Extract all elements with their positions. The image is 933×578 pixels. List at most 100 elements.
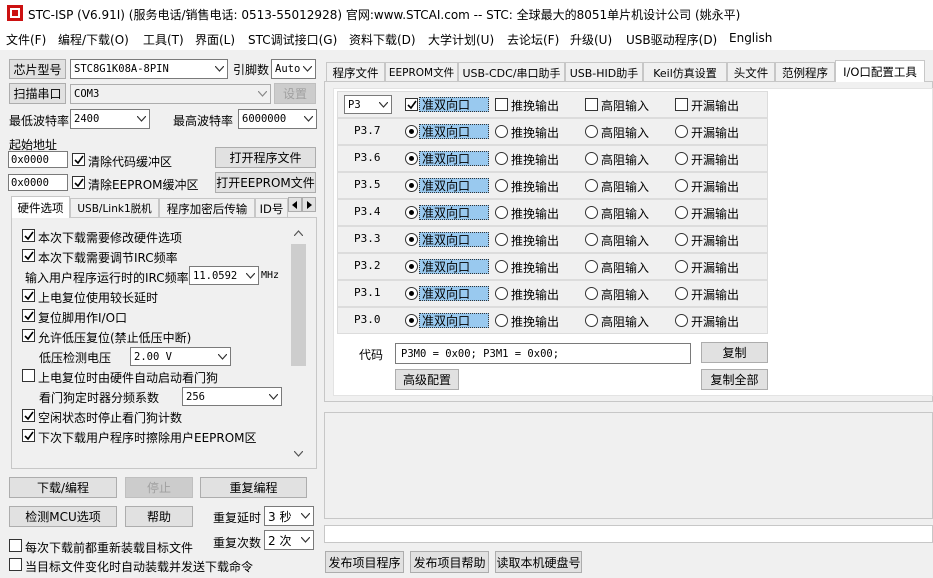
tab-usb-hid[interactable]: USB-HID助手: [565, 62, 643, 82]
pin-high-impedance-radio[interactable]: [585, 152, 598, 165]
pin-open-drain-radio[interactable]: [675, 260, 688, 273]
menu-english[interactable]: English: [729, 31, 772, 45]
pin-quasi-bidirectional-radio[interactable]: [405, 206, 418, 219]
stop-button[interactable]: 停止: [125, 477, 193, 498]
tab-example-programs[interactable]: 范例程序: [775, 62, 835, 82]
option-idle-stop-watchdog-checkbox[interactable]: [22, 409, 35, 422]
pin-push-pull-radio[interactable]: [495, 233, 508, 246]
pin-quasi-bidirectional-radio[interactable]: [405, 260, 418, 273]
publish-project-button[interactable]: 发布项目程序: [325, 551, 404, 573]
port-settings-button[interactable]: 设置: [274, 83, 316, 104]
pin-quasi-bidirectional-radio[interactable]: [405, 314, 418, 327]
tab-id-number[interactable]: ID号: [255, 198, 288, 218]
pin-push-pull-radio[interactable]: [495, 314, 508, 327]
pin-open-drain-radio[interactable]: [675, 233, 688, 246]
menu-interface[interactable]: 界面(L): [195, 31, 235, 48]
pin-push-pull-radio[interactable]: [495, 260, 508, 273]
tab-keil-simulation[interactable]: Keil仿真设置: [643, 62, 727, 82]
pin-open-drain-radio[interactable]: [675, 125, 688, 138]
menu-tools[interactable]: 工具(T): [143, 31, 184, 48]
pin-high-impedance-radio[interactable]: [585, 260, 598, 273]
pin-quasi-bidirectional-radio[interactable]: [405, 179, 418, 192]
copy-button[interactable]: 复制: [701, 342, 768, 363]
tab-usb-cdc-serial[interactable]: USB-CDC/串口助手: [458, 62, 565, 82]
clear-code-buffer-checkbox[interactable]: [72, 153, 85, 166]
menu-program-download[interactable]: 编程/下载(O): [58, 31, 129, 48]
code-start-address-input[interactable]: 0x0000: [8, 151, 68, 168]
pin-quasi-bidirectional-radio[interactable]: [405, 287, 418, 300]
tab-header-file[interactable]: 头文件: [727, 62, 775, 82]
serial-port-select[interactable]: COM3: [70, 84, 271, 104]
pin-open-drain-radio[interactable]: [675, 152, 688, 165]
lvd-voltage-select[interactable]: 2.00 V: [130, 347, 231, 366]
reload-each-download-checkbox[interactable]: [9, 539, 22, 552]
menu-usb-driver[interactable]: USB驱动程序(D): [626, 31, 717, 48]
options-scrollbar[interactable]: [290, 226, 307, 462]
menu-datasheets[interactable]: 资料下载(D): [349, 31, 416, 48]
option-adjust-irc-checkbox[interactable]: [22, 249, 35, 262]
menu-debug-interface[interactable]: STC调试接口(G): [248, 31, 337, 48]
copy-all-button[interactable]: 复制全部: [701, 369, 768, 390]
min-baud-select[interactable]: 2400: [70, 109, 150, 129]
chip-model-select[interactable]: STC8G1K08A-8PIN: [70, 59, 228, 79]
tab-scroll-left-button[interactable]: [288, 197, 302, 212]
scan-port-button[interactable]: 扫描串口: [9, 83, 66, 104]
advanced-config-button[interactable]: 高级配置: [395, 369, 459, 390]
repeat-delay-select[interactable]: 3 秒: [264, 506, 314, 526]
pin-push-pull-radio[interactable]: [495, 287, 508, 300]
option-modify-hardware-checkbox[interactable]: [22, 229, 35, 242]
open-eeprom-file-button[interactable]: 打开EEPROM文件: [215, 172, 316, 193]
all-quasi-bidirectional-checkbox[interactable]: [405, 98, 418, 111]
tab-eeprom-file[interactable]: EEPROM文件: [385, 62, 458, 82]
pin-open-drain-radio[interactable]: [675, 206, 688, 219]
pin-high-impedance-radio[interactable]: [585, 206, 598, 219]
pin-push-pull-radio[interactable]: [495, 152, 508, 165]
code-output-field[interactable]: P3M0 = 0x00; P3M1 = 0x00;: [395, 343, 691, 364]
option-long-reset-delay-checkbox[interactable]: [22, 289, 35, 302]
tab-program-file[interactable]: 程序文件: [326, 62, 385, 82]
scrollbar-thumb[interactable]: [291, 244, 306, 366]
output-log-area[interactable]: [324, 412, 933, 519]
pin-quasi-bidirectional-radio[interactable]: [405, 152, 418, 165]
read-disk-id-button[interactable]: 读取本机硬盘号: [495, 551, 582, 573]
menu-upgrade[interactable]: 升级(U): [570, 31, 612, 48]
all-push-pull-checkbox[interactable]: [495, 98, 508, 111]
option-erase-eeprom-checkbox[interactable]: [22, 429, 35, 442]
open-program-file-button[interactable]: 打开程序文件: [215, 147, 316, 168]
pin-quasi-bidirectional-radio[interactable]: [405, 233, 418, 246]
option-reset-pin-io-checkbox[interactable]: [22, 309, 35, 322]
pin-high-impedance-radio[interactable]: [585, 314, 598, 327]
pin-high-impedance-radio[interactable]: [585, 233, 598, 246]
help-button[interactable]: 帮助: [125, 506, 193, 527]
option-low-voltage-reset-checkbox[interactable]: [22, 329, 35, 342]
detect-mcu-button[interactable]: 检测MCU选项: [9, 506, 117, 527]
max-baud-select[interactable]: 6000000: [238, 109, 317, 129]
irc-frequency-select[interactable]: 11.0592: [189, 266, 259, 285]
all-open-drain-checkbox[interactable]: [675, 98, 688, 111]
watchdog-prescaler-select[interactable]: 256: [182, 387, 282, 406]
pin-push-pull-radio[interactable]: [495, 206, 508, 219]
pin-open-drain-radio[interactable]: [675, 287, 688, 300]
option-hw-watchdog-checkbox[interactable]: [22, 369, 35, 382]
chip-model-button[interactable]: 芯片型号: [9, 59, 66, 79]
tab-io-config-tool[interactable]: I/O口配置工具: [835, 60, 925, 82]
all-high-impedance-checkbox[interactable]: [585, 98, 598, 111]
publish-help-button[interactable]: 发布项目帮助: [410, 551, 489, 573]
eeprom-start-address-input[interactable]: 0x0000: [8, 174, 68, 191]
tab-scroll-right-button[interactable]: [302, 197, 316, 212]
pin-quasi-bidirectional-radio[interactable]: [405, 125, 418, 138]
auto-load-send-checkbox[interactable]: [9, 558, 22, 571]
download-program-button[interactable]: 下载/编程: [9, 477, 117, 498]
pin-open-drain-radio[interactable]: [675, 179, 688, 192]
tab-hardware-options[interactable]: 硬件选项: [11, 196, 70, 218]
tab-usb-offline[interactable]: USB/Link1脱机: [70, 198, 159, 218]
pin-count-select[interactable]: Auto: [271, 59, 316, 79]
pin-push-pull-radio[interactable]: [495, 125, 508, 138]
pin-high-impedance-radio[interactable]: [585, 125, 598, 138]
clear-eeprom-buffer-checkbox[interactable]: [72, 176, 85, 189]
port-select[interactable]: P3: [344, 95, 392, 114]
repeat-count-select[interactable]: 2 次: [264, 530, 314, 550]
pin-open-drain-radio[interactable]: [675, 314, 688, 327]
menu-file[interactable]: 文件(F): [6, 31, 46, 48]
menu-university[interactable]: 大学计划(U): [428, 31, 494, 48]
